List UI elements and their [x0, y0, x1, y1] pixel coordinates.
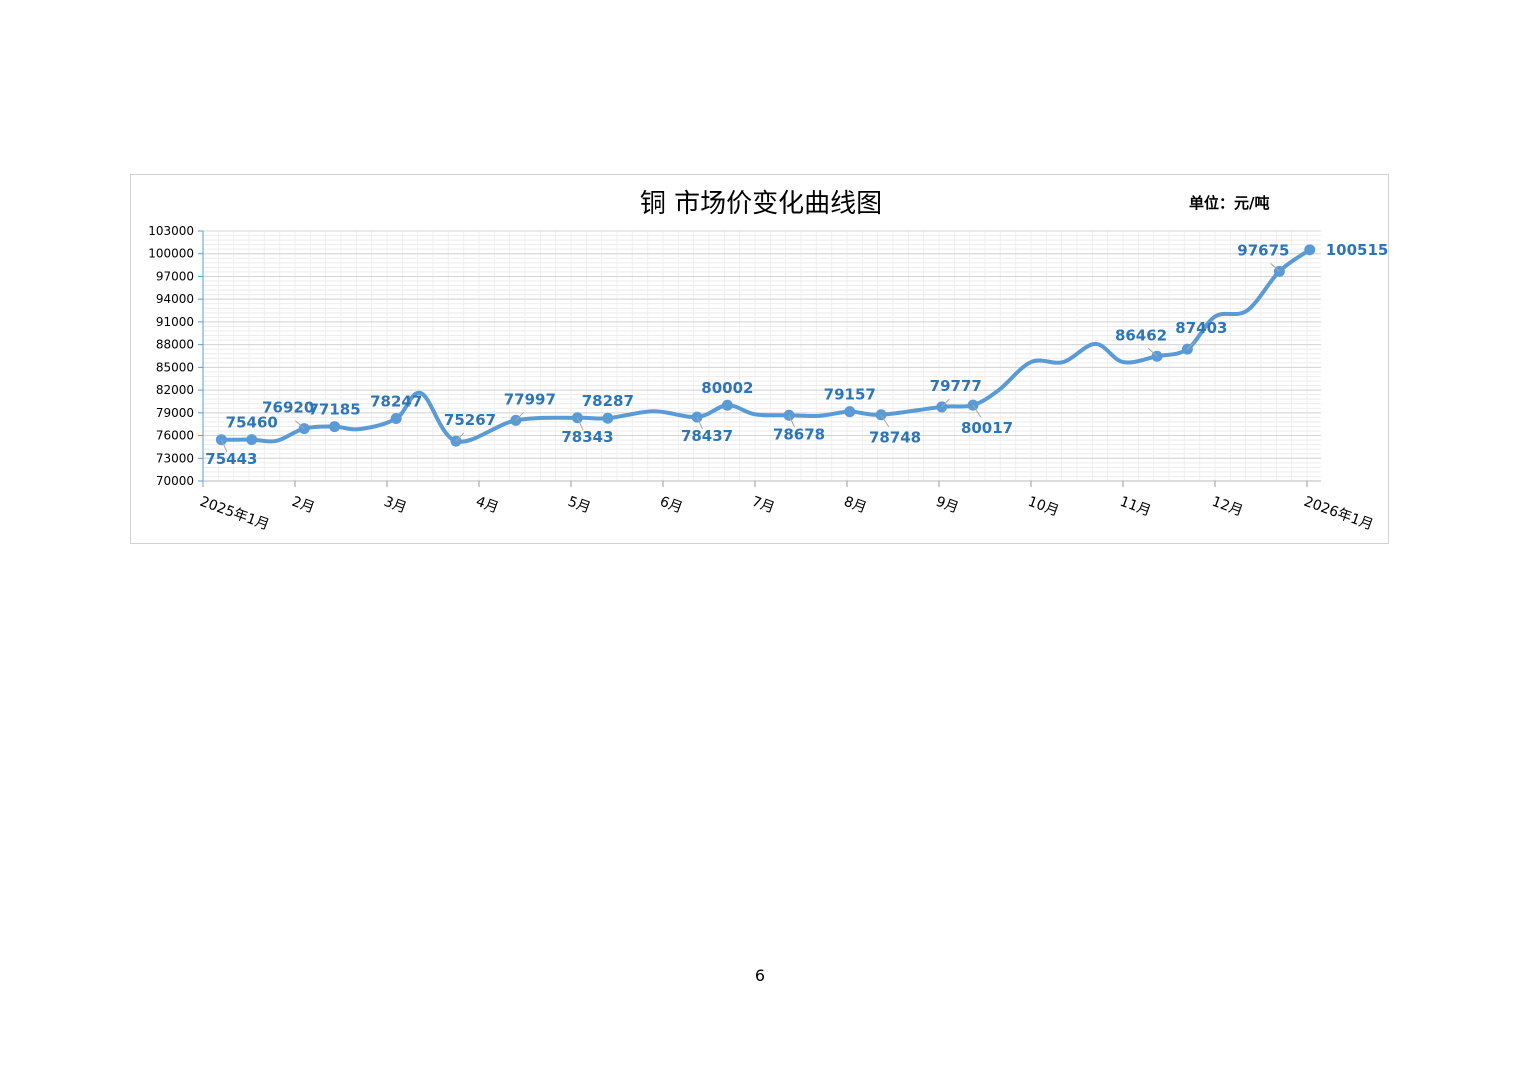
data-point — [602, 412, 614, 424]
x-tick-label: 6月 — [658, 494, 685, 517]
data-label: 80002 — [701, 379, 753, 397]
data-label: 77997 — [504, 390, 556, 408]
page-number: 6 — [754, 966, 766, 985]
data-label: 78437 — [681, 427, 733, 445]
label-layer: 75443754607692077185 78247752677799778343… — [205, 241, 1388, 468]
x-tick-label: 2月 — [290, 494, 317, 517]
y-tick-label: 70000 — [156, 474, 194, 488]
data-point — [215, 434, 227, 446]
data-label: 75267 — [444, 411, 496, 429]
data-point — [390, 413, 402, 425]
x-tick-label: 4月 — [474, 494, 501, 517]
data-label: 78748 — [869, 429, 921, 447]
y-tick-label: 103000 — [148, 224, 194, 238]
y-tick-label: 79000 — [156, 406, 194, 420]
data-point — [329, 421, 341, 433]
y-tick-label: 100000 — [148, 247, 194, 261]
y-tick-label: 88000 — [156, 338, 194, 352]
y-tick-label: 91000 — [156, 315, 194, 329]
x-tick-label: 9月 — [934, 494, 961, 517]
unit-label: 单位：元/吨 — [1189, 194, 1269, 212]
data-point — [844, 406, 856, 418]
data-label: 78343 — [561, 428, 613, 446]
data-label: 97675 — [1237, 241, 1289, 259]
x-tick-label: 10月 — [1026, 494, 1061, 520]
y-tick-label: 76000 — [156, 429, 194, 443]
data-label: 76920 — [262, 399, 314, 417]
data-point — [721, 399, 733, 411]
chart-frame: 铜 市场价变化曲线图 单位：元/吨 70000 73000 76000 79000 82… — [130, 174, 1389, 544]
axis-layer: 70000 73000 76000 79000 82000 85000 88000 91000… — [148, 224, 1375, 534]
x-tick-label: 7月 — [750, 494, 777, 517]
data-label: 75443 — [205, 450, 257, 468]
x-tick-label: 12月 — [1210, 494, 1245, 520]
y-tick-label: 73000 — [156, 451, 194, 465]
data-label: 78247 — [370, 393, 422, 411]
x-tick-label: 8月 — [842, 494, 869, 517]
data-label: 86462 — [1115, 326, 1167, 344]
data-label: 77185 — [308, 401, 360, 419]
y-tick-label: 97000 — [156, 269, 194, 283]
data-label: 78678 — [773, 425, 825, 443]
x-tick-label: 5月 — [566, 494, 593, 517]
data-point — [691, 411, 703, 423]
x-tick-label: 11月 — [1118, 494, 1153, 520]
data-label: 79777 — [930, 377, 982, 395]
y-tick-label: 85000 — [156, 360, 194, 374]
x-tick-label: 3月 — [382, 494, 409, 517]
data-label: 100515 — [1326, 241, 1388, 259]
data-label: 78287 — [582, 392, 634, 410]
line-layer — [215, 244, 1316, 447]
data-label: 80017 — [961, 419, 1013, 437]
copper-price-chart: 铜 市场价变化曲线图 单位：元/吨 70000 73000 76000 79000 82… — [148, 189, 1388, 534]
data-point — [246, 434, 258, 446]
data-label: 79157 — [824, 386, 876, 404]
y-tick-label: 94000 — [156, 292, 194, 306]
chart-title: 铜 市场价变化曲线图 — [640, 189, 882, 219]
x-tick-label: 2026年1月 — [1302, 494, 1376, 534]
x-tick-label: 2025年1月 — [198, 494, 272, 534]
data-point — [1304, 244, 1316, 256]
y-tick-label: 82000 — [156, 383, 194, 397]
data-label: 87403 — [1175, 319, 1227, 337]
